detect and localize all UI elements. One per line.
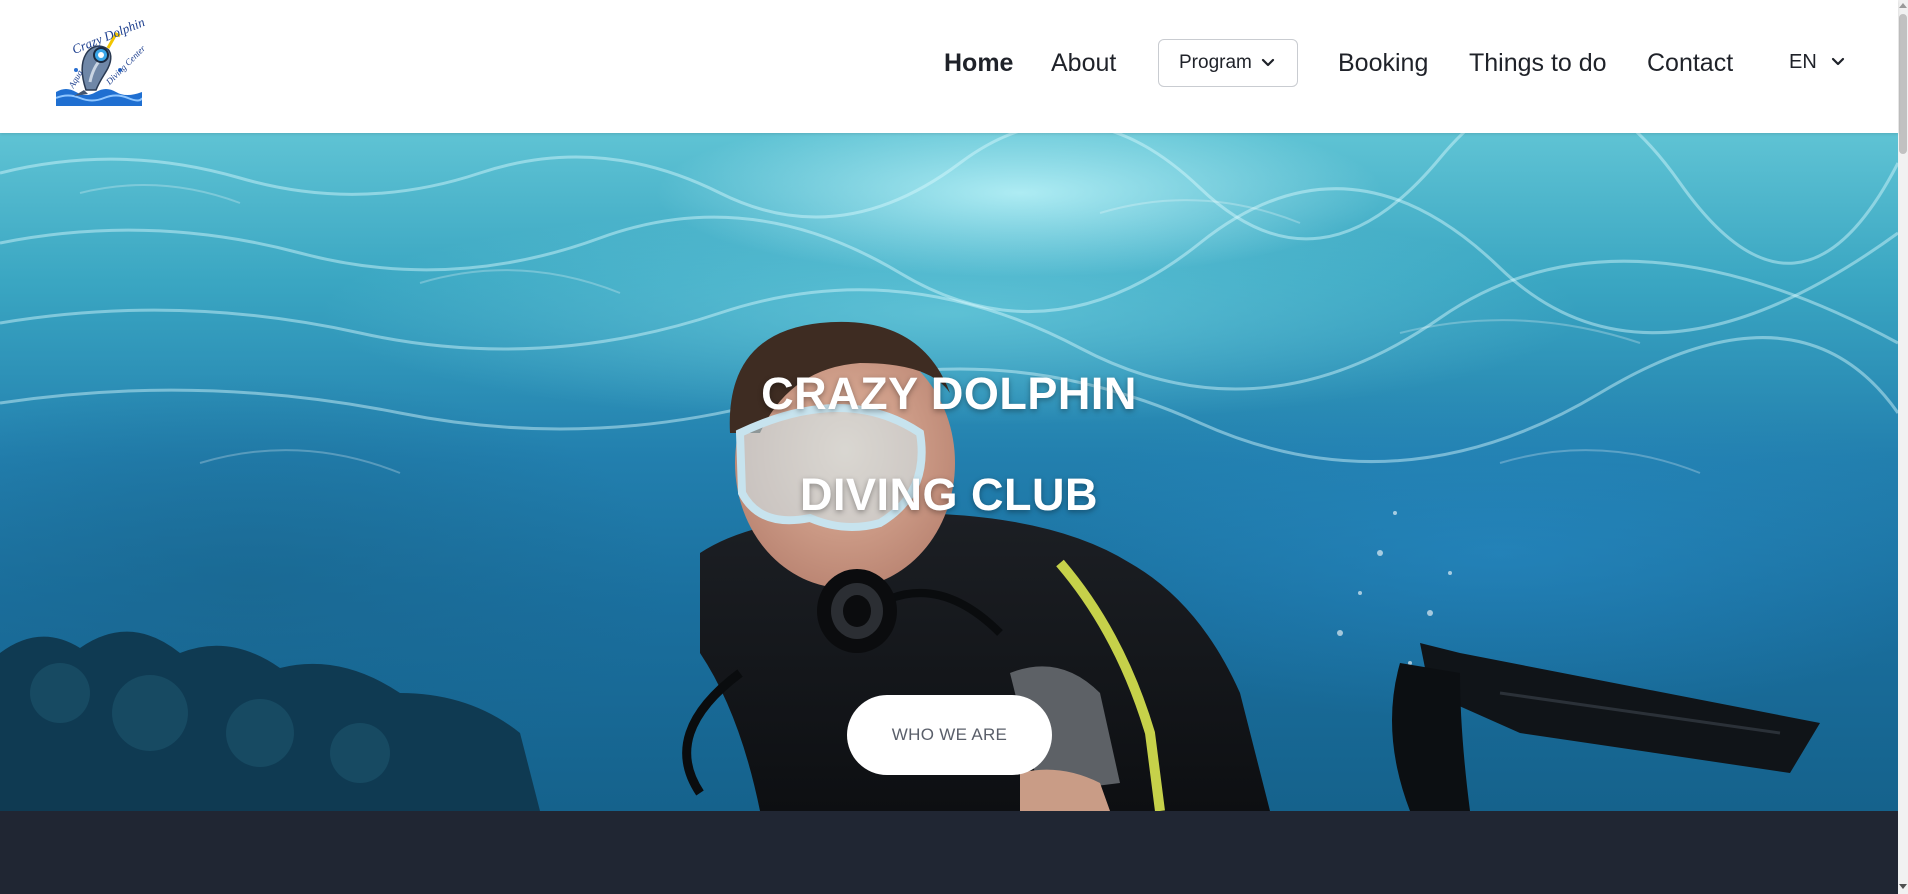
- site-header: Crazy Dolphin Aqua Diving Center Home Ab…: [0, 0, 1898, 133]
- page-scrollbar[interactable]: [1898, 0, 1908, 894]
- hero-title-line1: CRAZY DOLPHIN: [761, 368, 1137, 419]
- nav-home[interactable]: Home: [944, 49, 1013, 78]
- scroll-up-arrow-icon[interactable]: [1899, 3, 1907, 8]
- language-label: EN: [1789, 51, 1817, 73]
- dark-content-section: [0, 811, 1898, 894]
- nav-contact[interactable]: Contact: [1647, 49, 1733, 78]
- program-dropdown-button[interactable]: Program: [1158, 39, 1298, 87]
- chevron-down-icon: [1831, 57, 1845, 66]
- hero-section: CRAZY DOLPHIN DIVING CLUB WHO WE ARE: [0, 133, 1898, 811]
- scrollbar-thumb[interactable]: [1899, 14, 1907, 154]
- hero-title-line2: DIVING CLUB: [800, 469, 1098, 520]
- program-label: Program: [1179, 52, 1252, 73]
- nav-booking[interactable]: Booking: [1338, 49, 1428, 78]
- chevron-down-icon: [1261, 58, 1275, 67]
- nav-things-to-do[interactable]: Things to do: [1469, 49, 1607, 78]
- who-we-are-button[interactable]: WHO WE ARE: [847, 695, 1052, 775]
- nav-about[interactable]: About: [1051, 49, 1116, 78]
- scroll-down-arrow-icon[interactable]: [1899, 884, 1907, 889]
